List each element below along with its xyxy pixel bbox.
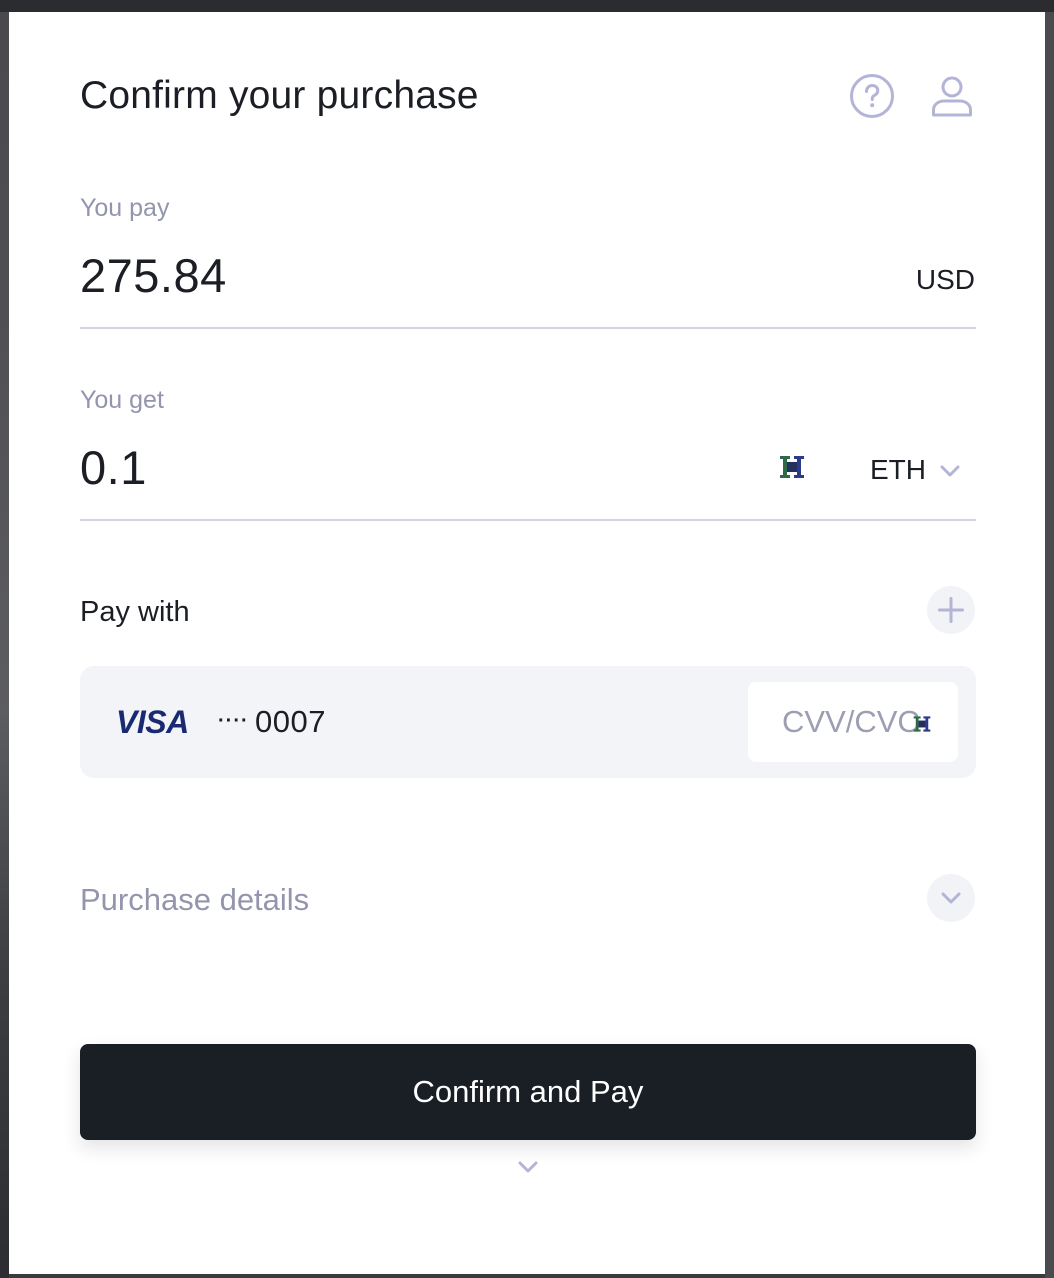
chevron-down-icon[interactable]	[517, 1160, 539, 1174]
password-manager-icon[interactable]	[913, 715, 931, 733]
backdrop-right-edge	[1045, 12, 1054, 1278]
plus-icon	[938, 597, 964, 623]
divider	[80, 327, 976, 329]
get-label: You get	[80, 386, 164, 414]
pay-amount-input[interactable]: 275.84	[80, 248, 227, 303]
user-icon	[932, 76, 972, 117]
pay-label: You pay	[80, 194, 170, 222]
divider	[80, 519, 976, 521]
question-circle-icon	[850, 74, 894, 118]
purchase-details-label[interactable]: Purchase details	[80, 882, 309, 918]
visa-logo: VISA	[116, 704, 189, 740]
chevron-down-icon	[940, 465, 960, 477]
help-button[interactable]	[849, 73, 895, 119]
page-title: Confirm your purchase	[80, 74, 479, 117]
backdrop-left-edge	[0, 12, 9, 1278]
pay-currency: USD	[915, 264, 975, 295]
purchase-modal: Confirm your purchase You pay 275.84 USD…	[9, 12, 1045, 1274]
get-amount-input[interactable]: 0.1	[80, 440, 147, 495]
pay-with-title: Pay with	[80, 596, 190, 628]
payment-card[interactable]: VISA ···· 0007	[80, 666, 976, 778]
card-mask: ····	[218, 710, 249, 732]
purchase-details-toggle[interactable]	[927, 874, 975, 922]
confirm-and-pay-button[interactable]: Confirm and Pay	[80, 1044, 976, 1140]
coin-icon	[779, 454, 805, 480]
chevron-down-icon	[941, 892, 961, 904]
token-select[interactable]: ETH	[870, 452, 960, 488]
token-label: ETH	[870, 454, 926, 485]
account-button[interactable]	[929, 73, 975, 119]
add-payment-method-button[interactable]	[927, 586, 975, 634]
card-last-four: 0007	[255, 704, 326, 739]
